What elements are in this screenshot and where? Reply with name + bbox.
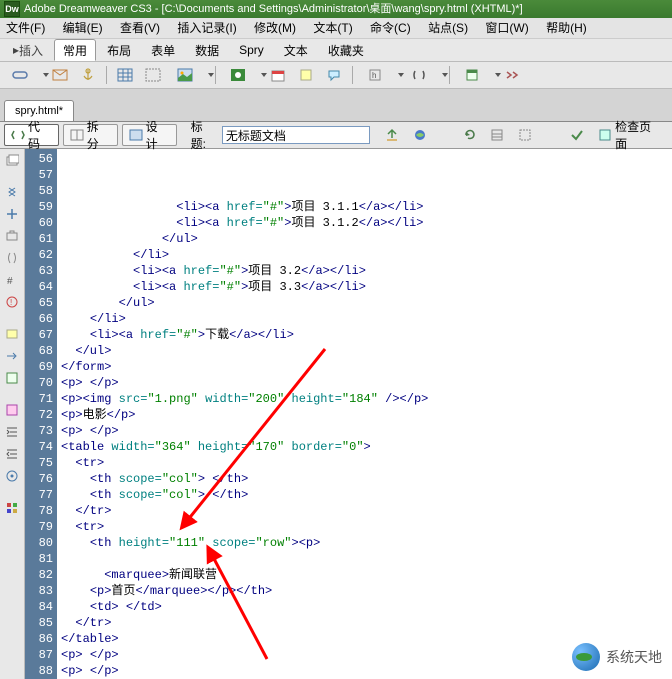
- globe-icon: [572, 643, 600, 671]
- svg-text:#: #: [7, 276, 13, 287]
- menu-modify[interactable]: 修改(M): [254, 21, 296, 35]
- outdent-icon[interactable]: [3, 445, 21, 463]
- design-view-button[interactable]: 设计: [122, 124, 177, 146]
- expand-icon[interactable]: [3, 205, 21, 223]
- app-logo-icon: Dw: [4, 1, 20, 17]
- title-input[interactable]: [222, 126, 370, 144]
- balance-braces-icon[interactable]: [3, 249, 21, 267]
- server-include-icon[interactable]: [294, 64, 318, 86]
- collapse-icon[interactable]: [3, 183, 21, 201]
- document-toolbar: 代码 拆分 设计 标题: 检查页面: [0, 122, 672, 149]
- title-bar: Dw Adobe Dreamweaver CS3 - [C:\Documents…: [0, 0, 672, 18]
- code-view-button[interactable]: 代码: [4, 124, 59, 146]
- image-icon[interactable]: [169, 64, 209, 86]
- move-css-icon[interactable]: [3, 401, 21, 419]
- insert-tab-forms[interactable]: 表单: [142, 39, 184, 61]
- head-icon[interactable]: h: [359, 64, 399, 86]
- check-page-icon[interactable]: 检查页面: [593, 124, 668, 146]
- split-view-button[interactable]: 拆分: [63, 124, 118, 146]
- insert-tab-layout[interactable]: 布局: [98, 39, 140, 61]
- line-numbers: 5657585960616263646566676869707172737475…: [25, 149, 57, 679]
- menu-text[interactable]: 文本(T): [313, 21, 352, 35]
- hyperlink-icon[interactable]: [4, 64, 44, 86]
- media-icon[interactable]: [222, 64, 262, 86]
- email-link-icon[interactable]: [48, 64, 72, 86]
- tag-chooser-icon[interactable]: [500, 64, 524, 86]
- refresh-icon[interactable]: [458, 124, 482, 146]
- code-gutter-toolbar: # !: [0, 149, 25, 679]
- recent-snippets-icon[interactable]: [3, 369, 21, 387]
- menu-commands[interactable]: 命令(C): [370, 21, 411, 35]
- wrap-tag-icon[interactable]: [3, 347, 21, 365]
- menu-site[interactable]: 站点(S): [428, 21, 468, 35]
- line-numbers-icon[interactable]: #: [3, 271, 21, 289]
- validate-icon[interactable]: [565, 124, 589, 146]
- code-editor[interactable]: <li><a href="#">项目 3.1.1</a></li> <li><a…: [57, 149, 672, 679]
- comment-icon[interactable]: [322, 64, 346, 86]
- title-label: 标题:: [191, 118, 218, 152]
- open-documents-icon[interactable]: [3, 151, 21, 169]
- title-text: Adobe Dreamweaver CS3 - [C:\Documents an…: [24, 0, 523, 18]
- format-source-icon[interactable]: [3, 467, 21, 485]
- indent-icon[interactable]: [3, 423, 21, 441]
- table-icon[interactable]: [113, 64, 137, 86]
- syntax-coloring-icon[interactable]: [3, 499, 21, 517]
- apply-comment-icon[interactable]: [3, 325, 21, 343]
- insert-tab-text[interactable]: 文本: [275, 39, 317, 61]
- menu-file[interactable]: 文件(F): [6, 21, 45, 35]
- menu-edit[interactable]: 编辑(E): [63, 21, 103, 35]
- watermark-text: 系统天地: [606, 647, 662, 667]
- menu-insert[interactable]: 插入记录(I): [177, 21, 236, 35]
- insert-dropdown[interactable]: ▸ 插入: [4, 39, 52, 61]
- insert-tab-common[interactable]: 常用: [54, 39, 96, 61]
- insert-bar: ▸ 插入 常用 布局 表单 数据 Spry 文本 收藏夹: [0, 39, 672, 62]
- view-options-icon[interactable]: [486, 124, 510, 146]
- insert-tab-data[interactable]: 数据: [186, 39, 228, 61]
- insert-toolbar: h: [0, 62, 672, 89]
- menu-help[interactable]: 帮助(H): [546, 21, 587, 35]
- anchor-icon[interactable]: [76, 64, 100, 86]
- svg-text:h: h: [372, 71, 376, 80]
- menu-bar[interactable]: 文件(F) 编辑(E) 查看(V) 插入记录(I) 修改(M) 文本(T) 命令…: [0, 18, 672, 39]
- code-area: # ! 565758596061626364656667686970717273…: [0, 149, 672, 679]
- select-parent-icon[interactable]: [3, 227, 21, 245]
- templates-icon[interactable]: [456, 64, 496, 86]
- svg-text:!: !: [10, 298, 12, 307]
- highlight-invalid-icon[interactable]: !: [3, 293, 21, 311]
- div-icon[interactable]: [141, 64, 165, 86]
- menu-view[interactable]: 查看(V): [120, 21, 160, 35]
- menu-window[interactable]: 窗口(W): [485, 21, 528, 35]
- insert-tab-favorites[interactable]: 收藏夹: [319, 39, 373, 61]
- watermark: 系统天地: [572, 643, 662, 671]
- file-management-icon[interactable]: [380, 124, 404, 146]
- script-icon[interactable]: [403, 64, 443, 86]
- date-icon[interactable]: [266, 64, 290, 86]
- insert-tab-spry[interactable]: Spry: [230, 39, 273, 61]
- preview-icon[interactable]: [408, 124, 432, 146]
- visual-aids-icon[interactable]: [513, 124, 537, 146]
